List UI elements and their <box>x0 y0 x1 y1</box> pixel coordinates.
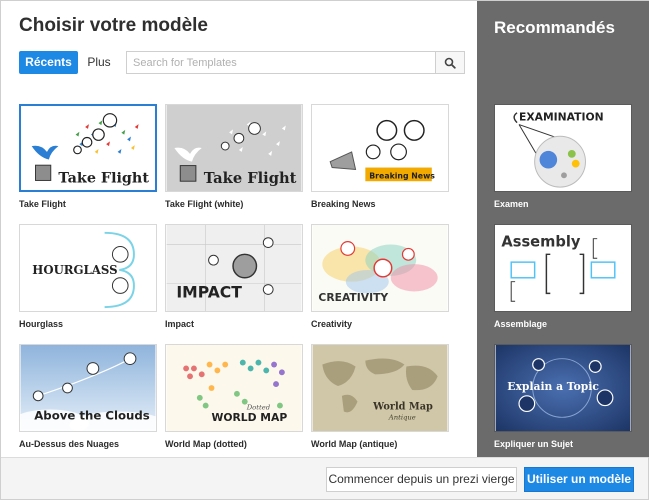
take-flight-thumbnail-art: Take Flight <box>22 106 154 190</box>
template-label: Take Flight (white) <box>165 199 244 209</box>
examination-thumbnail-art: EXAMINATION <box>495 105 631 191</box>
search-icon <box>444 57 456 69</box>
hourglass-thumbnail-art: HOURGLASS <box>20 225 156 311</box>
template-label: Au-Dessus des Nuages <box>19 439 120 449</box>
template-thumbnail[interactable]: HOURGLASS <box>19 224 157 312</box>
template-thumbnail[interactable]: Breaking News <box>311 104 449 192</box>
templates-panel: Choisir votre modèle Récents Plus Search… <box>1 1 477 457</box>
thumb-text: IMPACT <box>176 282 242 301</box>
thumb-text: Take Flight <box>204 170 297 187</box>
template-label: Impact <box>165 319 195 329</box>
template-label: Hourglass <box>19 319 64 329</box>
search-button[interactable] <box>435 52 464 73</box>
template-thumbnail[interactable]: CREATIVITY <box>311 224 449 312</box>
template-label: World Map (dotted) <box>165 439 247 449</box>
template-thumbnail[interactable]: World Map Antique <box>311 344 449 432</box>
thumb-text: WORLD MAP <box>212 411 288 424</box>
world-map-antique-thumbnail-art: World Map Antique <box>312 345 448 431</box>
impact-thumbnail-art: IMPACT <box>166 225 302 311</box>
thumb-text: World Map <box>372 402 433 413</box>
start-blank-button[interactable]: Commencer depuis un prezi vierge <box>326 467 517 492</box>
dialog-title: Choisir votre modèle <box>19 15 208 36</box>
template-thumbnail[interactable]: Take Flight <box>165 104 303 192</box>
template-label: World Map (antique) <box>311 439 398 449</box>
search-input[interactable] <box>127 52 435 73</box>
assembly-thumbnail-art: Assembly <box>495 225 631 311</box>
thumb-subtext: Antique <box>388 413 416 421</box>
template-chooser-dialog: Choisir votre modèle Récents Plus Search… <box>0 0 649 500</box>
thumb-text: Above the Clouds <box>34 408 150 422</box>
use-template-button[interactable]: Utiliser un modèle <box>524 467 634 492</box>
dialog-footer: Commencer depuis un prezi vierge Utilise… <box>1 457 648 499</box>
template-label: Creativity <box>311 319 353 329</box>
breaking-news-thumbnail-art: Breaking News <box>312 105 448 191</box>
take-flight-white-thumbnail-art: Take Flight <box>166 105 302 191</box>
thumb-text: Assembly <box>501 234 580 251</box>
template-label: Examen <box>494 199 529 209</box>
template-label: Assemblage <box>494 319 548 329</box>
template-thumbnail[interactable]: Above the Clouds <box>19 344 157 432</box>
thumb-text: Breaking News <box>369 171 435 180</box>
template-thumbnail[interactable]: Assembly <box>494 224 632 312</box>
template-thumbnail[interactable]: EXAMINATION <box>494 104 632 192</box>
recommended-panel: Recommandés EXAMINATION Examen Assembly … <box>477 1 649 457</box>
template-label: Breaking News <box>311 199 376 209</box>
world-map-dotted-thumbnail-art: Dotted WORLD MAP <box>166 345 302 431</box>
template-label: Expliquer un Sujet <box>494 439 574 449</box>
thumb-text: Explain a Topic <box>507 380 599 393</box>
template-thumbnail[interactable]: IMPACT <box>165 224 303 312</box>
template-thumbnail[interactable]: Dotted WORLD MAP <box>165 344 303 432</box>
thumb-text: EXAMINATION <box>519 111 604 124</box>
recommended-title: Recommandés <box>494 18 615 37</box>
thumb-text: HOURGLASS <box>32 263 117 277</box>
template-thumbnail[interactable]: Take Flight <box>19 104 157 192</box>
search-box <box>126 51 465 74</box>
above-the-clouds-thumbnail-art: Above the Clouds <box>20 345 156 431</box>
tab-recents[interactable]: Récents <box>19 51 78 74</box>
template-label: Take Flight <box>19 199 66 209</box>
explain-topic-thumbnail-art: Explain a Topic <box>495 345 631 431</box>
creativity-thumbnail-art: CREATIVITY <box>312 225 448 311</box>
thumb-text: CREATIVITY <box>318 291 388 304</box>
thumb-text: Take Flight <box>58 170 149 186</box>
tab-plus[interactable]: Plus <box>83 51 115 74</box>
template-thumbnail[interactable]: Explain a Topic <box>494 344 632 432</box>
